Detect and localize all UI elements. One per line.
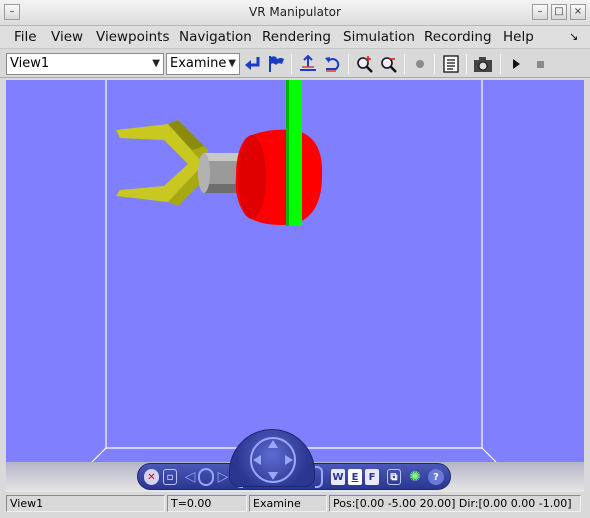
navigation-mode-value: Examine	[170, 56, 227, 71]
menu-help[interactable]: Help	[503, 29, 534, 45]
return-arrow-icon	[245, 57, 260, 70]
menu-file[interactable]: File	[14, 29, 37, 45]
zoom-out-button[interactable]	[379, 54, 399, 74]
camera-icon	[474, 57, 492, 72]
zoom-out-icon	[381, 57, 397, 73]
orbit-icon[interactable]	[198, 468, 214, 486]
toolbar-separator	[404, 54, 405, 74]
robot-pole	[286, 80, 302, 226]
straighten-up-button[interactable]	[298, 54, 318, 74]
pan-arrows-icon[interactable]	[230, 430, 316, 488]
headlight-icon[interactable]: ✺	[406, 468, 424, 486]
scene-tree-button[interactable]	[441, 54, 461, 74]
right-bracket-icon	[315, 466, 323, 488]
status-position-direction: Pos:[0.00 -5.00 20.00] Dir:[0.00 0.00 -1…	[329, 495, 581, 512]
stop-simulation-button[interactable]	[530, 54, 550, 74]
robot-joint	[235, 129, 323, 225]
status-navigation-mode: Examine	[249, 495, 327, 512]
toolbar-separator	[291, 54, 292, 74]
help-icon[interactable]: ?	[428, 469, 444, 485]
examine-mode-button[interactable]: E	[348, 469, 362, 485]
status-time: T=0.00	[167, 495, 247, 512]
viewpoint-select[interactable]: View1 ▼	[6, 53, 164, 75]
navigation-dome	[229, 429, 315, 487]
window-title: VR Manipulator	[249, 5, 341, 19]
create-viewpoint-button[interactable]	[266, 54, 286, 74]
zoom-in-button[interactable]	[355, 54, 375, 74]
record-icon	[416, 60, 424, 68]
menu-overflow-icon[interactable]: ↘	[569, 30, 578, 43]
close-button[interactable]: ×	[570, 4, 586, 20]
status-bar: View1 T=0.00 Examine Pos:[0.00 -5.00 20.…	[0, 493, 590, 518]
toolbar-separator	[466, 54, 467, 74]
menu-recording[interactable]: Recording	[424, 29, 492, 45]
go-to-viewpoint-button[interactable]	[243, 54, 263, 74]
turn-left-icon[interactable]: ◁	[182, 469, 198, 485]
menu-viewpoints[interactable]: Viewpoints	[96, 29, 170, 45]
undo-move-button[interactable]	[322, 54, 342, 74]
zoom-in-icon	[357, 56, 373, 73]
fit-view-icon[interactable]: ⧉	[387, 469, 401, 485]
straighten-icon	[300, 55, 316, 71]
flag-icon	[269, 56, 284, 72]
navigation-mode-select[interactable]: Examine ▼	[166, 53, 240, 75]
toolbar-separator	[348, 54, 349, 74]
toolbar-separator	[434, 54, 435, 74]
maximize-button[interactable]: □	[551, 4, 567, 20]
close-nav-panel-button[interactable]: ✕	[144, 469, 159, 485]
toolbar-separator	[500, 54, 501, 74]
restore-icon[interactable]: ▫	[163, 469, 177, 485]
capture-frame-button[interactable]	[473, 54, 493, 74]
menu-rendering[interactable]: Rendering	[262, 29, 331, 45]
document-list-icon	[443, 55, 459, 73]
menu-navigation[interactable]: Navigation	[179, 29, 252, 45]
play-icon	[513, 59, 520, 69]
chevron-down-icon: ▼	[228, 58, 236, 69]
robot-gripper	[116, 120, 208, 206]
stop-icon	[537, 61, 544, 68]
walk-mode-button[interactable]: W	[331, 469, 345, 485]
toolbar: View1 ▼ Examine ▼	[0, 50, 590, 78]
menu-simulation[interactable]: Simulation	[343, 29, 415, 45]
fly-mode-button[interactable]: F	[365, 469, 379, 485]
minimize-button[interactable]: –	[532, 4, 548, 20]
chevron-down-icon: ▼	[152, 58, 160, 69]
status-viewpoint: View1	[6, 495, 165, 512]
menu-bar: File View Viewpoints Navigation Renderin…	[0, 26, 590, 49]
record-button[interactable]	[410, 54, 430, 74]
undo-icon	[325, 57, 340, 72]
play-simulation-button[interactable]	[506, 54, 526, 74]
menu-view[interactable]: View	[51, 29, 83, 45]
title-bar: – VR Manipulator – □ ×	[0, 0, 590, 26]
viewpoint-select-value: View1	[10, 56, 50, 71]
